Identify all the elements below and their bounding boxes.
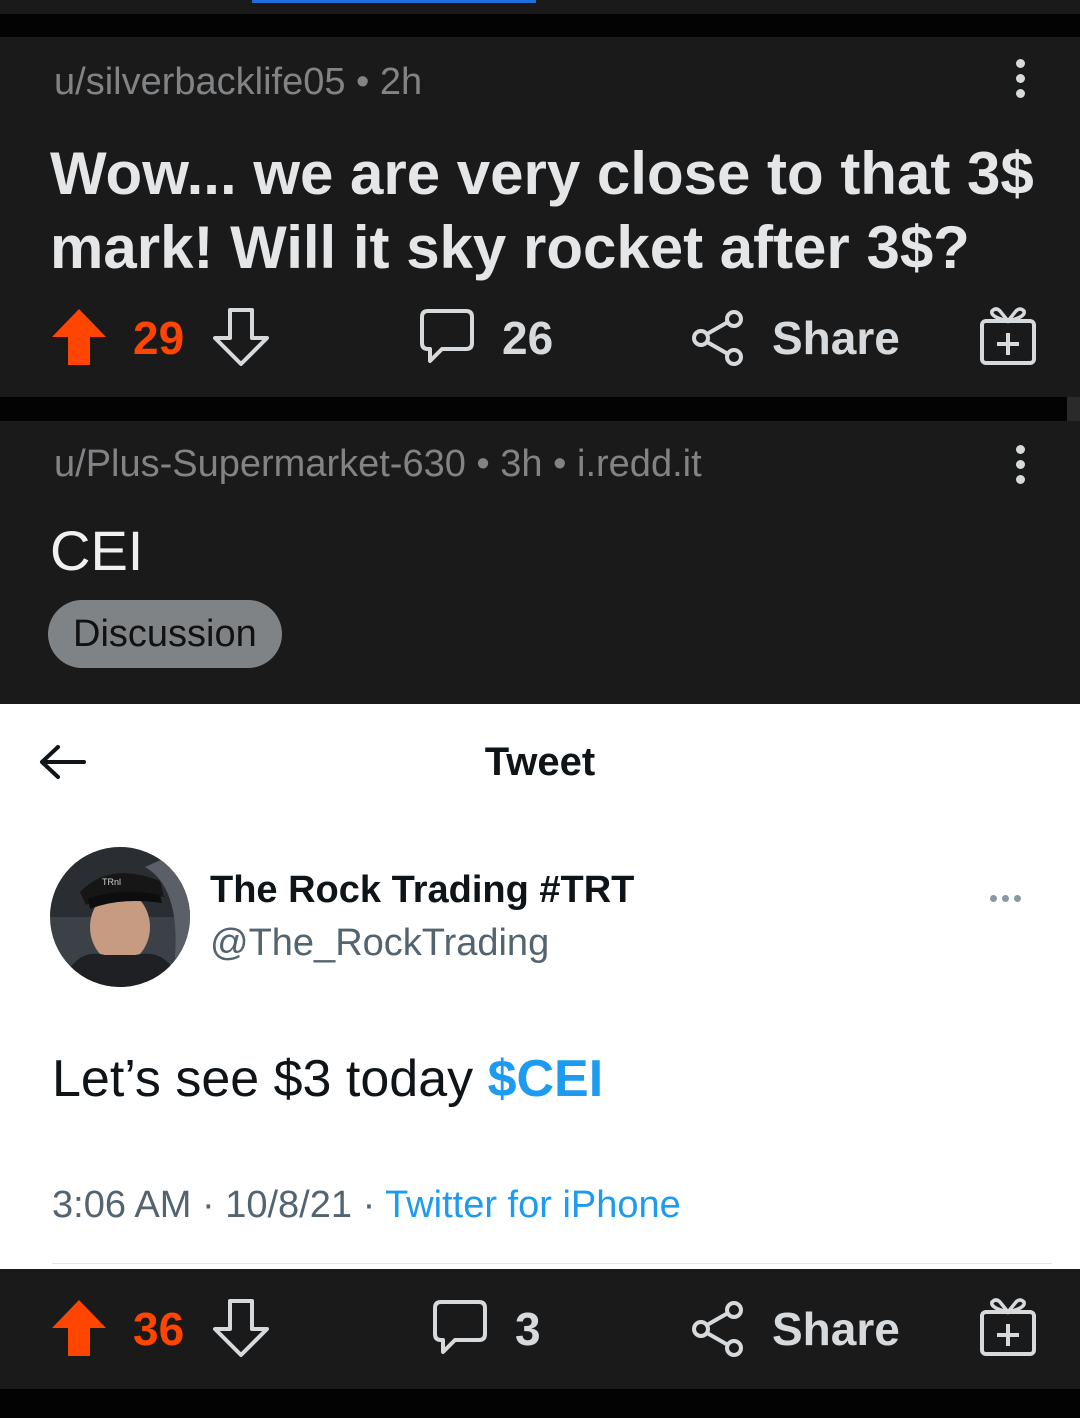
comment-icon[interactable] xyxy=(431,1298,489,1356)
share-icon[interactable] xyxy=(690,1300,746,1358)
meta-separator: · xyxy=(201,1184,215,1226)
vote-count: 36 xyxy=(133,1303,185,1355)
post-meta: u/silverbacklife05 • 2h xyxy=(54,61,422,104)
vote-count: 29 xyxy=(133,312,185,364)
share-label[interactable]: Share xyxy=(772,1284,900,1374)
comment-icon[interactable] xyxy=(418,307,476,365)
post-domain[interactable]: i.redd.it xyxy=(577,443,702,485)
upvote-icon[interactable] xyxy=(50,1298,108,1358)
upvote-icon[interactable] xyxy=(50,307,108,367)
comment-count[interactable]: 26 xyxy=(502,293,553,383)
meta-separator: • xyxy=(553,443,567,485)
meta-separator: · xyxy=(362,1184,376,1226)
post-author[interactable]: u/Plus-Supermarket-630 xyxy=(54,443,466,485)
tweet-cashtag: $CEI xyxy=(487,1050,604,1108)
tweet-source: Twitter for iPhone xyxy=(385,1184,681,1226)
post-age: 3h xyxy=(500,443,543,485)
feed-gap xyxy=(0,1389,1080,1418)
post-card[interactable]: u/silverbacklife05 • 2h Wow... we are ve… xyxy=(0,37,1080,397)
tweet-text: Let’s see $3 today $CEI xyxy=(52,1049,603,1109)
feed-gap xyxy=(0,397,1080,421)
post-image-tweet[interactable]: Tweet TRnl The Rock Trading #TRT @The_Ro… xyxy=(0,704,1080,1269)
downvote-icon[interactable] xyxy=(212,307,270,367)
post-age: 2h xyxy=(379,61,423,103)
divider xyxy=(52,1263,1052,1264)
post-meta: u/Plus-Supermarket-630 • 3h • i.redd.it xyxy=(54,443,702,486)
post-action-bar: 29 26 Share xyxy=(0,293,1080,383)
tweet-header: Tweet xyxy=(0,704,1080,824)
share-icon[interactable] xyxy=(690,309,746,367)
meta-separator: • xyxy=(356,61,370,103)
tweet-display-name: The Rock Trading #TRT xyxy=(210,869,635,911)
tweet-handle: @The_RockTrading xyxy=(210,922,550,964)
feed-gap xyxy=(0,14,1080,37)
post-card[interactable]: u/Plus-Supermarket-630 • 3h • i.redd.it … xyxy=(0,421,1080,704)
avatar: TRnl xyxy=(50,847,190,987)
post-title[interactable]: Wow... we are very close to that 3$ mark… xyxy=(50,137,1040,285)
tweet-meta: 3:06 AM · 10/8/21 · Twitter for iPhone xyxy=(52,1184,681,1227)
tweet-text-plain: Let’s see $3 today xyxy=(52,1050,488,1108)
downvote-icon[interactable] xyxy=(212,1298,270,1358)
post-title[interactable]: CEI xyxy=(50,519,1040,583)
tweet-time: 3:06 AM xyxy=(52,1184,192,1226)
post-action-bar: 36 3 Share xyxy=(0,1269,1080,1389)
tweet-date: 10/8/21 xyxy=(225,1184,352,1226)
award-icon[interactable] xyxy=(978,1296,1038,1358)
award-icon[interactable] xyxy=(978,305,1038,367)
share-label[interactable]: Share xyxy=(772,293,900,383)
tweet-header-title: Tweet xyxy=(484,740,596,784)
top-tab-bar xyxy=(0,0,1080,14)
active-tab-indicator xyxy=(252,0,536,3)
meta-separator: • xyxy=(476,443,490,485)
comment-count[interactable]: 3 xyxy=(515,1284,541,1374)
post-author[interactable]: u/silverbacklife05 xyxy=(54,61,345,103)
more-horizontal-icon xyxy=(990,889,1030,902)
post-flair[interactable]: Discussion xyxy=(48,600,282,668)
svg-text:TRnl: TRnl xyxy=(102,877,121,887)
more-options-icon[interactable] xyxy=(1000,59,1040,99)
more-options-icon[interactable] xyxy=(1000,445,1040,485)
